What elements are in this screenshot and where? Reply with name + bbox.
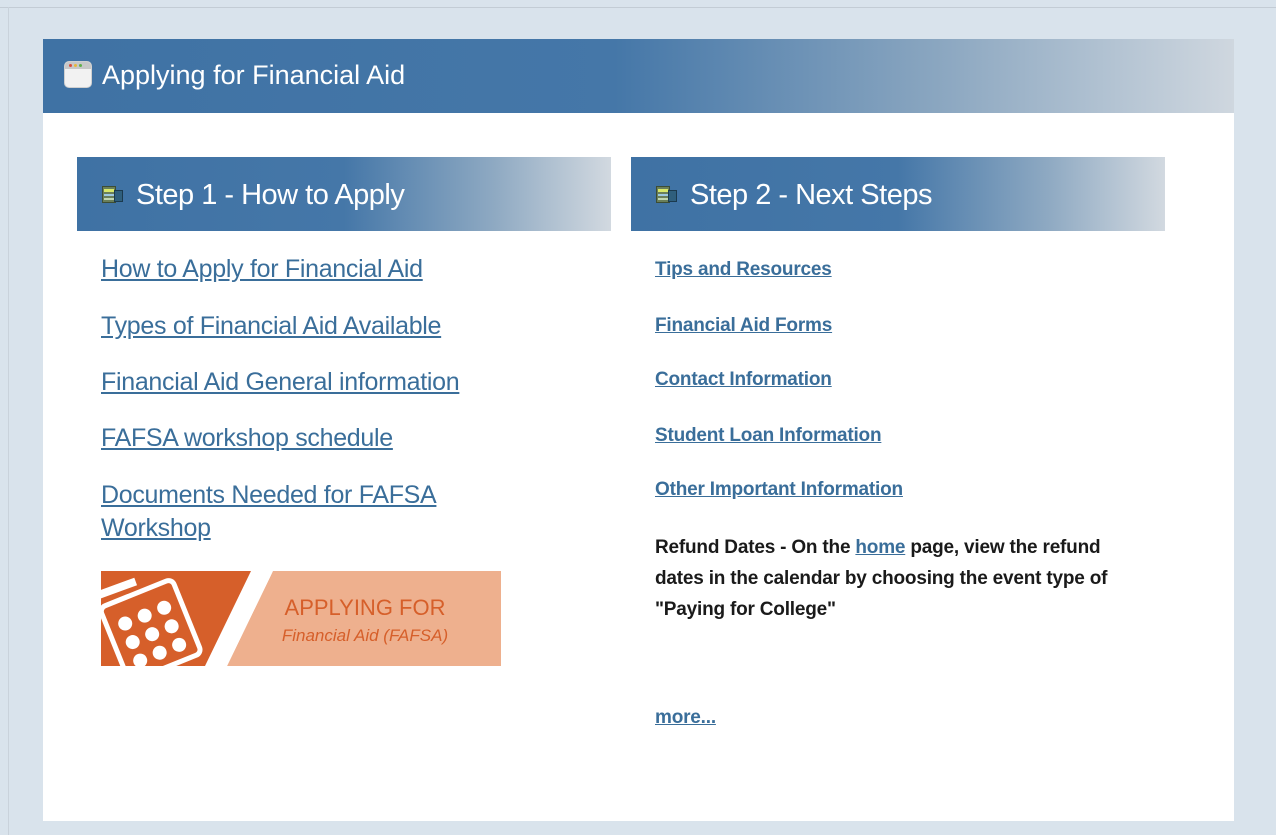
general-information-link[interactable]: Financial Aid General information xyxy=(101,366,531,399)
refund-prefix: Refund Dates - On the xyxy=(655,537,856,558)
banner-line2: Financial Aid (FAFSA) xyxy=(282,626,448,645)
refund-dates-text: Refund Dates - On the home page, view th… xyxy=(655,532,1125,625)
calculator-icon: APPLYING FOR Financial Aid (FAFSA) xyxy=(101,571,501,666)
documents-needed-link[interactable]: Documents Needed for FAFSA Workshop xyxy=(101,479,501,545)
student-loan-link[interactable]: Student Loan Information xyxy=(655,424,882,448)
contact-information-link[interactable]: Contact Information xyxy=(655,368,832,392)
step1-header: Step 1 - How to Apply xyxy=(77,157,611,231)
panel-header: Applying for Financial Aid xyxy=(43,39,1234,113)
banner-line1: APPLYING FOR xyxy=(285,595,446,620)
financial-aid-forms-link[interactable]: Financial Aid Forms xyxy=(655,314,832,338)
window-icon xyxy=(64,61,92,88)
tips-resources-link[interactable]: Tips and Resources xyxy=(655,258,832,282)
top-border xyxy=(0,7,1276,8)
other-information-link[interactable]: Other Important Information xyxy=(655,478,903,502)
step2-header: Step 2 - Next Steps xyxy=(631,157,1165,231)
financial-aid-panel: Applying for Financial Aid Step 1 - How … xyxy=(43,39,1234,821)
more-link[interactable]: more... xyxy=(655,706,716,730)
step-list-icon xyxy=(656,186,677,203)
step2-title: Step 2 - Next Steps xyxy=(690,179,932,211)
left-border xyxy=(8,7,9,835)
panel-title: Applying for Financial Aid xyxy=(102,60,406,90)
fafsa-workshop-schedule-link[interactable]: FAFSA workshop schedule xyxy=(101,422,531,455)
step-list-icon xyxy=(102,186,123,203)
step1-title: Step 1 - How to Apply xyxy=(136,179,405,211)
types-of-aid-link[interactable]: Types of Financial Aid Available xyxy=(101,310,531,343)
how-to-apply-link[interactable]: How to Apply for Financial Aid xyxy=(101,253,531,286)
home-link[interactable]: home xyxy=(855,537,905,558)
fafsa-banner[interactable]: APPLYING FOR Financial Aid (FAFSA) xyxy=(101,571,501,666)
